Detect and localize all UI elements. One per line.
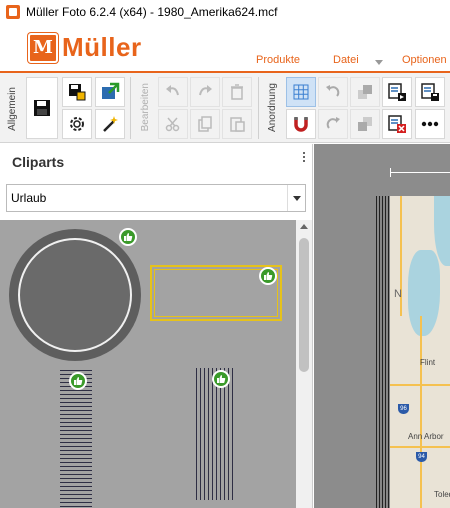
copy-icon <box>198 116 212 132</box>
interstate-shield-94: 94 <box>416 452 427 462</box>
rotate-left-icon <box>326 85 340 97</box>
menu-produkte[interactable]: Produkte <box>256 54 300 66</box>
map-label-n: N <box>394 288 402 300</box>
thumbs-up-icon <box>119 228 137 246</box>
export-image-icon <box>102 82 120 99</box>
scissors-icon <box>165 117 180 132</box>
logo-mark: M <box>28 32 58 63</box>
lake-shape <box>408 250 440 336</box>
logo-wordmark: Müller <box>62 32 142 62</box>
ribbon-toolbar: Allgemein Bearbeiten Anordnung <box>0 73 450 143</box>
redo-icon <box>199 85 212 96</box>
group-label-anordnung: Anordnung <box>267 83 278 132</box>
page-save-button[interactable] <box>415 77 445 107</box>
app-icon <box>6 5 20 19</box>
rotate-right-icon <box>326 117 340 129</box>
panel-title: Cliparts <box>12 154 65 170</box>
document-forward-icon <box>388 83 406 101</box>
menu-optionen[interactable]: Optionen <box>402 54 447 66</box>
document-delete-icon <box>388 115 406 133</box>
redo-button[interactable] <box>190 77 220 107</box>
map-photo[interactable]: Flint Ann Arbor Toledo N 96 94 <box>390 196 450 508</box>
snap-magnet-button[interactable] <box>286 109 316 139</box>
clipart-item-round-frame[interactable] <box>8 228 142 362</box>
copy-button[interactable] <box>190 109 220 139</box>
menu-datei[interactable]: Datei <box>333 54 359 66</box>
send-backward-icon <box>358 117 372 131</box>
page-ruler <box>390 168 450 177</box>
map-road <box>420 316 422 508</box>
gallery-scrollbar[interactable] <box>296 220 312 508</box>
category-select-value: Urlaub <box>11 191 47 205</box>
chevron-down-icon[interactable] <box>375 60 383 65</box>
rotate-left-button[interactable] <box>318 77 348 107</box>
canvas-area[interactable]: Flint Ann Arbor Toledo N 96 94 <box>314 144 450 508</box>
category-select[interactable]: Urlaub <box>6 184 306 212</box>
scrollbar-thumb[interactable] <box>299 238 309 372</box>
paste-button[interactable] <box>222 109 252 139</box>
thumbs-up-icon <box>69 372 87 390</box>
next-page-button[interactable] <box>382 77 412 107</box>
thumbs-up-icon <box>259 267 277 285</box>
brand-logo: M Müller <box>28 32 142 63</box>
trash-icon <box>231 84 243 100</box>
delete-page-button[interactable] <box>382 109 412 139</box>
ribbon-separator <box>130 77 131 139</box>
floppy-disk-icon <box>34 100 50 116</box>
paste-icon <box>230 117 245 132</box>
group-label-allgemein: Allgemein <box>7 87 18 131</box>
save-button[interactable] <box>26 77 58 139</box>
magnet-icon <box>294 117 308 132</box>
undo-icon <box>166 85 179 96</box>
map-road <box>390 446 450 448</box>
gear-icon <box>70 117 84 131</box>
undo-button[interactable] <box>158 77 188 107</box>
document-save-icon <box>421 83 439 101</box>
window-title: Müller Foto 6.2.4 (x64) - 1980_Amerika62… <box>26 5 278 19</box>
map-label-toledo: Toledo <box>434 490 450 499</box>
settings-button[interactable] <box>62 109 92 139</box>
map-label-ann-arbor: Ann Arbor <box>408 432 444 441</box>
bring-forward-button[interactable] <box>350 77 380 107</box>
delete-button[interactable] <box>222 77 252 107</box>
ribbon-separator <box>258 77 259 139</box>
map-label-flint: Flint <box>420 358 436 367</box>
magic-wand-icon <box>103 116 118 132</box>
interstate-shield-96: 96 <box>398 404 409 414</box>
rotate-right-button[interactable] <box>318 109 348 139</box>
thumbs-up-icon <box>212 370 230 388</box>
magic-wand-button[interactable] <box>95 109 125 139</box>
clipart-item-horizontal-lines[interactable] <box>60 370 92 508</box>
cliparts-panel: Cliparts Urlaub <box>0 144 313 508</box>
group-label-bearbeiten: Bearbeiten <box>140 83 151 132</box>
more-dots-icon <box>421 121 439 127</box>
cut-button[interactable] <box>158 109 188 139</box>
chevron-down-icon[interactable] <box>287 185 305 211</box>
window-titlebar: Müller Foto 6.2.4 (x64) - 1980_Amerika62… <box>0 0 450 24</box>
grid-toggle-button[interactable] <box>286 77 316 107</box>
more-options-button[interactable] <box>415 109 445 139</box>
scroll-up-arrow-icon[interactable] <box>300 224 308 229</box>
grid-icon <box>293 84 309 100</box>
clipart-gallery <box>0 220 296 508</box>
clipart-item-vertical-lines[interactable] <box>196 368 236 500</box>
save-as-icon <box>69 84 86 101</box>
send-backward-button[interactable] <box>350 109 380 139</box>
bring-forward-icon <box>358 85 372 99</box>
save-as-button[interactable] <box>62 77 92 107</box>
book-spine <box>376 196 390 508</box>
export-button[interactable] <box>95 77 125 107</box>
round-frame-icon <box>9 229 141 361</box>
panel-menu-handle[interactable] <box>303 152 306 170</box>
